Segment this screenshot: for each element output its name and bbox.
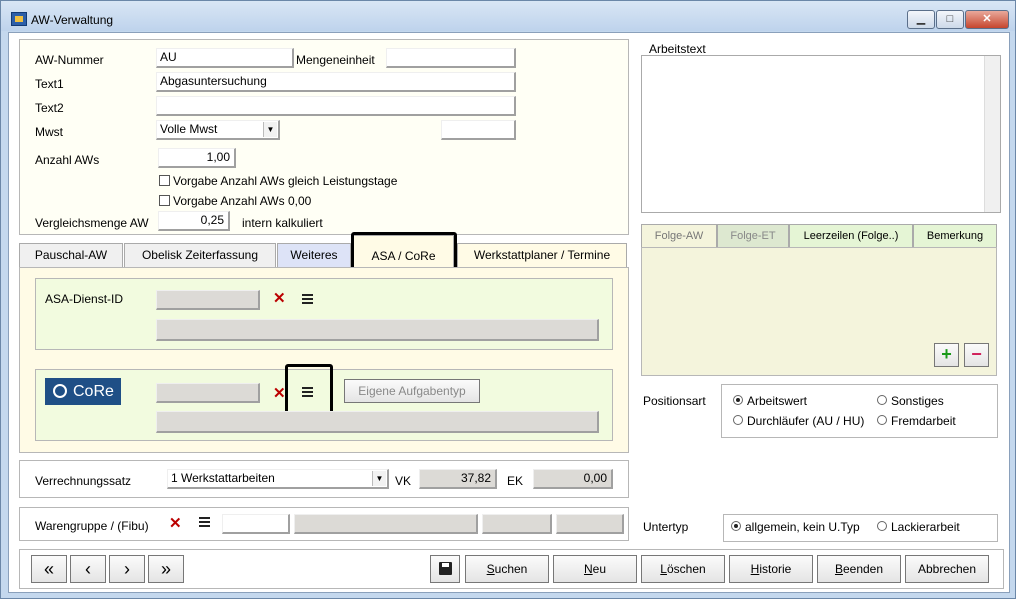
client-area: AW-Nummer AU Mengeneinheit Text1 Abgasun… xyxy=(8,32,1010,593)
loeschen-button[interactable]: Löschen xyxy=(641,555,725,583)
core-id-input[interactable] xyxy=(156,383,260,403)
clear-x-icon[interactable]: ✕ xyxy=(273,384,286,402)
chevron-down-icon[interactable]: ▼ xyxy=(372,471,386,486)
radio-fremdarbeit[interactable] xyxy=(877,415,887,425)
radio-sonstiges-label: Sonstiges xyxy=(891,394,944,408)
suchen-button[interactable]: Suchen xyxy=(465,555,549,583)
mengeneinheit-input[interactable] xyxy=(386,48,516,68)
radio-lackierarbeit[interactable] xyxy=(877,521,887,531)
aw-nummer-input[interactable]: AU xyxy=(156,48,294,68)
maximize-button[interactable]: □ xyxy=(936,10,964,29)
ek-value: 0,00 xyxy=(533,469,613,489)
neu-button[interactable]: Neu xyxy=(553,555,637,583)
tab-folge-aw[interactable]: Folge-AW xyxy=(641,224,717,248)
text1-input[interactable]: Abgasuntersuchung xyxy=(156,72,516,92)
core-logo-icon xyxy=(53,384,67,398)
clear-x-icon[interactable]: ✕ xyxy=(273,289,286,307)
aw-nummer-label: AW-Nummer xyxy=(35,53,104,67)
historie-button[interactable]: Historie xyxy=(729,555,813,583)
first-record-button[interactable]: « xyxy=(31,555,67,583)
tab-werkstattplaner[interactable]: Werkstattplaner / Termine xyxy=(457,243,627,267)
ek-label: EK xyxy=(507,474,524,488)
window-title: AW-Verwaltung xyxy=(31,13,114,27)
tab-weiteres[interactable]: Weiteres xyxy=(277,243,351,267)
main-form-panel xyxy=(19,39,629,235)
radio-sonstiges[interactable] xyxy=(877,395,887,405)
radio-fremdarbeit-label: Fremdarbeit xyxy=(891,414,956,428)
radio-lackierarbeit-label: Lackierarbeit xyxy=(891,520,960,534)
list-icon[interactable] xyxy=(302,294,313,305)
prev-record-button[interactable]: ‹ xyxy=(70,555,106,583)
positionsart-label: Positionsart xyxy=(643,394,706,408)
text2-label: Text2 xyxy=(35,101,64,115)
vorgabe-leistungstage-checkbox[interactable] xyxy=(159,175,170,186)
tab-pauschal-aw[interactable]: Pauschal-AW xyxy=(19,243,123,267)
vergleichsmenge-input[interactable]: 0,25 xyxy=(158,211,230,231)
arbeitstext-label: Arbeitstext xyxy=(649,42,706,56)
asa-dienst-description xyxy=(156,319,599,341)
arbeitstext-textarea[interactable] xyxy=(641,55,1001,213)
vk-value: 37,82 xyxy=(419,469,497,489)
verrechnungssatz-label: Verrechnungssatz xyxy=(35,474,132,488)
mwst-extra-field xyxy=(441,120,516,140)
close-button[interactable]: ✕ xyxy=(965,10,1009,29)
tab-leerzeilen[interactable]: Leerzeilen (Folge..) xyxy=(789,224,913,248)
next-record-button[interactable]: › xyxy=(109,555,145,583)
tab-folge-et[interactable]: Folge-ET xyxy=(717,224,789,248)
title-bar: AW-Verwaltung ▁ □ ✕ xyxy=(1,1,1015,31)
radio-arbeitswert-label: Arbeitswert xyxy=(747,394,808,408)
vk-label: VK xyxy=(395,474,412,488)
radio-durchlaeufer[interactable] xyxy=(733,415,743,425)
mwst-value: Volle Mwst xyxy=(160,122,218,136)
app-window: AW-Verwaltung ▁ □ ✕ AW-Nummer AU Mengene… xyxy=(0,0,1016,599)
mwst-select[interactable]: Volle Mwst ▼ xyxy=(156,120,280,140)
core-description xyxy=(156,411,599,433)
app-icon xyxy=(11,12,27,26)
warengruppe-label: Warengruppe / (Fibu) xyxy=(35,519,149,533)
mwst-label: Mwst xyxy=(35,125,63,139)
fibu-field-1 xyxy=(482,514,552,534)
core-logo: CoRe xyxy=(45,378,121,405)
last-record-button[interactable]: » xyxy=(148,555,184,583)
anzahl-aws-input[interactable]: 1,00 xyxy=(158,148,236,168)
clear-x-icon[interactable]: ✕ xyxy=(169,514,182,532)
save-button[interactable] xyxy=(430,555,460,583)
text2-input[interactable] xyxy=(156,96,516,116)
minimize-button[interactable]: ▁ xyxy=(907,10,935,29)
verrechnungssatz-select[interactable]: 1 Werkstattarbeiten ▼ xyxy=(167,469,389,489)
tab-bemerkung[interactable]: Bemerkung xyxy=(913,224,997,248)
beenden-button[interactable]: Beenden xyxy=(817,555,901,583)
untertyp-label: Untertyp xyxy=(643,520,689,534)
vergleichsmenge-label: Vergleichsmenge AW xyxy=(35,216,149,230)
chevron-down-icon[interactable]: ▼ xyxy=(263,122,277,137)
radio-allgemein-label: allgemein, kein U.Typ xyxy=(745,520,860,534)
mengeneinheit-label: Mengeneinheit xyxy=(296,53,375,67)
radio-durchlaeufer-label: Durchläufer (AU / HU) xyxy=(747,414,865,428)
save-icon xyxy=(438,562,452,575)
scrollbar[interactable] xyxy=(984,56,1000,212)
vorgabe-leistungstage-label: Vorgabe Anzahl AWs gleich Leistungstage xyxy=(173,174,398,188)
remove-minus-icon[interactable]: − xyxy=(964,343,989,367)
anzahl-aws-label: Anzahl AWs xyxy=(35,153,100,167)
eigene-aufgabentyp-button[interactable]: Eigene Aufgabentyp xyxy=(344,379,480,403)
positionsart-group xyxy=(721,384,998,438)
vorgabe-null-label: Vorgabe Anzahl AWs 0,00 xyxy=(173,194,312,208)
list-icon[interactable] xyxy=(199,517,210,528)
asa-dienst-id-input[interactable] xyxy=(156,290,260,310)
radio-allgemein[interactable] xyxy=(731,521,741,531)
asa-dienst-id-label: ASA-Dienst-ID xyxy=(45,292,124,306)
intern-kalkuliert-label: intern kalkuliert xyxy=(242,216,323,230)
warengruppe-desc-field xyxy=(294,514,478,534)
warengruppe-input[interactable] xyxy=(222,514,290,534)
verrechnungssatz-value: 1 Werkstattarbeiten xyxy=(171,471,275,485)
vorgabe-null-checkbox[interactable] xyxy=(159,195,170,206)
tab-obelisk-zeiterfassung[interactable]: Obelisk Zeiterfassung xyxy=(124,243,276,267)
text1-label: Text1 xyxy=(35,77,64,91)
abbrechen-button[interactable]: Abbrechen xyxy=(905,555,989,583)
radio-arbeitswert[interactable] xyxy=(733,395,743,405)
core-logo-text: CoRe xyxy=(73,383,114,400)
fibu-field-2 xyxy=(556,514,624,534)
add-plus-icon[interactable]: + xyxy=(934,343,959,367)
